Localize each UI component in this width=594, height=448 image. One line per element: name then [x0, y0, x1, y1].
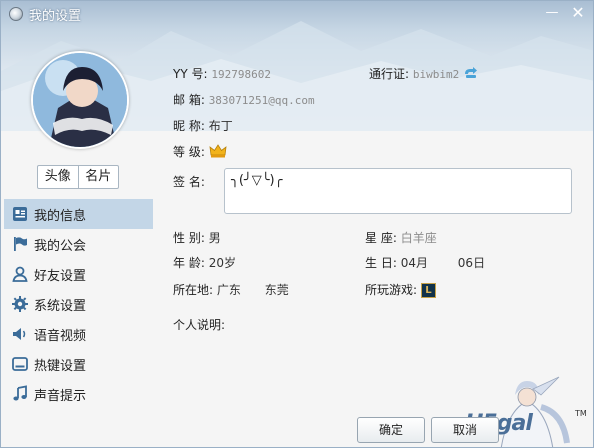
games-row: 所玩游戏: L	[365, 281, 436, 298]
yy-number-row: YY 号: 192798602	[173, 65, 271, 82]
sidebar-item-label: 热键设置	[34, 358, 87, 374]
passport-row: 通行证: biwbim2	[369, 65, 479, 83]
avatar-tab-group: 头像 名片	[37, 165, 119, 189]
level-row: 等 级:	[173, 143, 227, 162]
location-row: 所在地: 广东 东莞	[173, 281, 289, 298]
sidebar-item-my-info[interactable]: 我的信息	[4, 199, 153, 229]
email-row: 邮 箱: 383071251@qq.com	[173, 91, 315, 108]
birth-month-value[interactable]: 04月	[401, 256, 428, 270]
location-label: 所在地:	[173, 283, 214, 297]
ok-button[interactable]: 确定	[357, 417, 425, 443]
nickname-value[interactable]: 布丁	[209, 119, 233, 133]
province-value[interactable]: 广东	[217, 283, 241, 297]
user-icon	[11, 265, 29, 283]
sidebar-item-label: 语音视频	[34, 328, 87, 344]
gender-row: 性 别: 男	[173, 229, 221, 246]
sidebar-item-label: 好友设置	[34, 268, 87, 284]
settings-window: 我的设置 — ✕ 头像 名片 我的信息 我的公会 好友设置 系统设置 语音视频 …	[0, 0, 594, 448]
email-value[interactable]: 383071251@qq.com	[209, 94, 315, 107]
speaker-icon	[11, 325, 29, 343]
email-label: 邮 箱:	[173, 93, 205, 107]
bio-label: 个人说明:	[173, 318, 226, 332]
nickname-label: 昵 称:	[173, 119, 205, 133]
avatar[interactable]	[31, 51, 129, 149]
cancel-button[interactable]: 取消	[431, 417, 499, 443]
sidebar: 我的信息 我的公会 好友设置 系统设置 语音视频 热键设置 声音提示	[4, 199, 153, 409]
keyboard-icon	[11, 355, 29, 373]
yy-value[interactable]: 192798602	[211, 68, 271, 81]
crown-level-icon	[209, 143, 227, 162]
age-row: 年 龄: 20岁	[173, 254, 236, 271]
zodiac-row: 星 座: 白羊座	[365, 229, 437, 246]
sidebar-item-voice-video[interactable]: 语音视频	[4, 319, 153, 349]
signature-field[interactable]: ╮(╯▽╰)╭	[224, 168, 572, 214]
flag-icon	[11, 235, 29, 253]
passport-value[interactable]: biwbim2	[413, 68, 459, 81]
birthday-label: 生 日:	[365, 256, 397, 270]
trademark-mark: TM	[575, 409, 587, 418]
yy-label: YY 号:	[173, 67, 208, 81]
sidebar-item-friend-settings[interactable]: 好友设置	[4, 259, 153, 289]
avatar-image	[33, 53, 127, 147]
music-note-icon	[11, 385, 29, 403]
gender-label: 性 别:	[173, 231, 205, 245]
sidebar-item-sound-alerts[interactable]: 声音提示	[4, 379, 153, 409]
zodiac-label: 星 座:	[365, 231, 397, 245]
sidebar-item-label: 声音提示	[34, 388, 87, 404]
zodiac-value[interactable]: 白羊座	[401, 231, 437, 245]
games-label: 所玩游戏:	[365, 283, 418, 297]
gear-icon	[11, 295, 29, 313]
sidebar-item-hotkey-settings[interactable]: 热键设置	[4, 349, 153, 379]
nickname-row: 昵 称: 布丁	[173, 117, 233, 134]
level-label: 等 级:	[173, 145, 205, 159]
sidebar-item-label: 系统设置	[34, 298, 87, 314]
sidebar-item-my-guild[interactable]: 我的公会	[4, 229, 153, 259]
age-label: 年 龄:	[173, 256, 205, 270]
minimize-button[interactable]: —	[545, 6, 559, 20]
edit-passport-icon[interactable]	[463, 66, 479, 83]
birth-day-value[interactable]: 06日	[458, 256, 485, 270]
app-logo-icon	[9, 7, 23, 21]
city-value[interactable]: 东莞	[265, 283, 289, 297]
sidebar-item-label: 我的公会	[34, 238, 87, 254]
signature-label: 签 名:	[173, 175, 205, 189]
birthday-row: 生 日: 04月 06日	[365, 254, 485, 271]
gender-value[interactable]: 男	[209, 231, 221, 245]
tab-avatar[interactable]: 头像	[38, 166, 78, 188]
window-title: 我的设置	[29, 9, 82, 24]
profile-card-icon	[11, 205, 29, 223]
tab-card[interactable]: 名片	[77, 166, 119, 188]
league-game-icon[interactable]: L	[420, 283, 436, 298]
sidebar-item-system-settings[interactable]: 系统设置	[4, 289, 153, 319]
close-button[interactable]: ✕	[571, 5, 585, 21]
passport-label: 通行证:	[369, 67, 410, 81]
age-value[interactable]: 20岁	[209, 256, 236, 270]
sidebar-item-label: 我的信息	[34, 208, 87, 224]
